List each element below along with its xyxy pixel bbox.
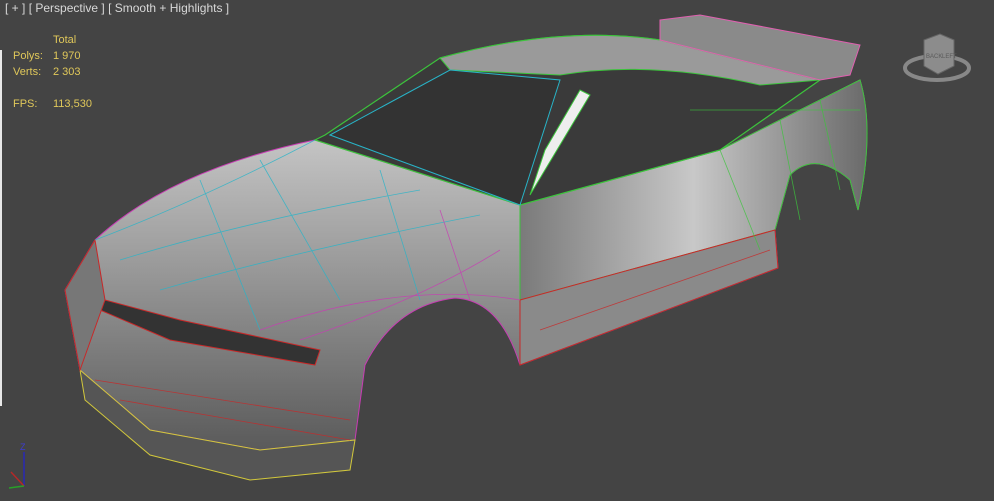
viewcube-back-face[interactable]: BACK [926,54,942,60]
y-axis-icon [8,485,25,489]
car-body [64,14,868,481]
axis-tripod: Z [4,440,44,490]
viewcube-left-face[interactable]: LEFT [942,54,957,60]
z-axis-label: Z [20,442,26,452]
viewcube[interactable]: BACK LEFT [902,30,972,85]
car-model-viewport[interactable] [0,0,994,501]
x-axis-icon [10,471,25,487]
